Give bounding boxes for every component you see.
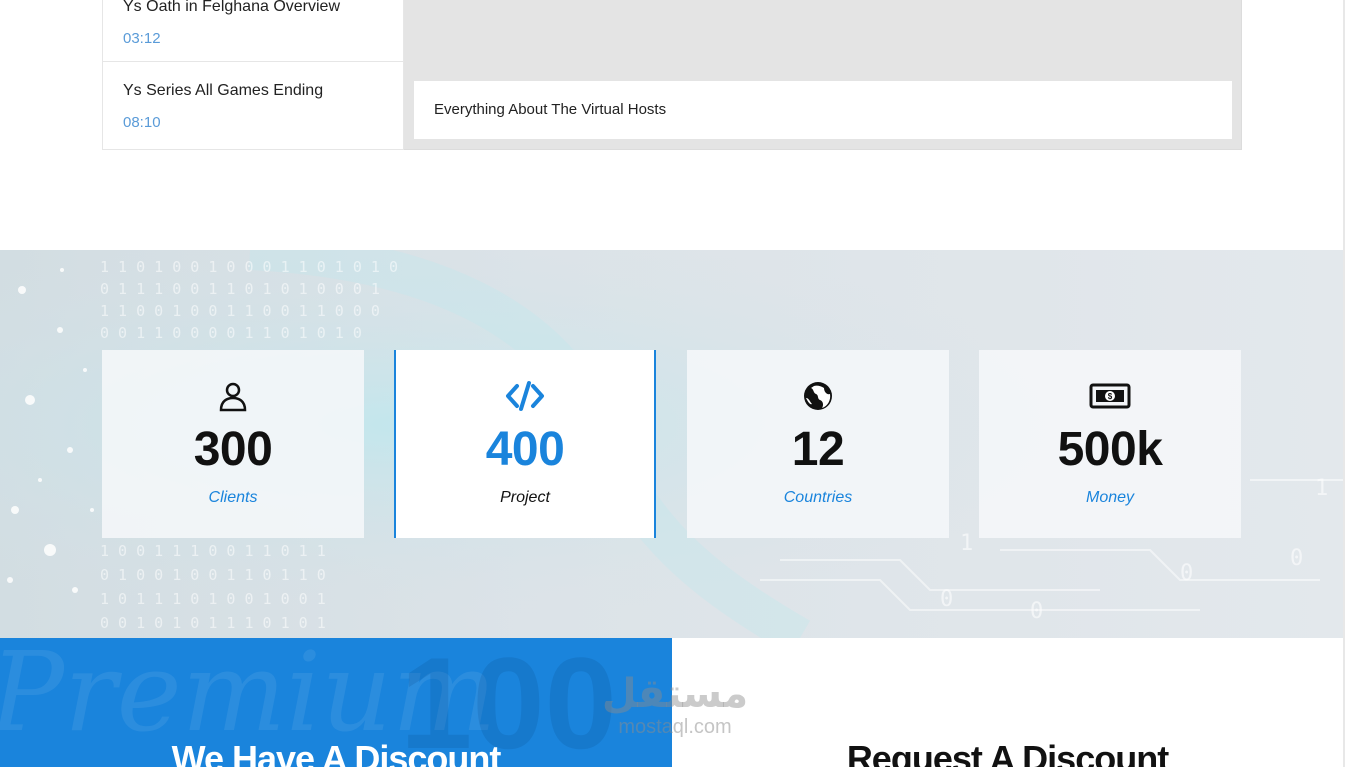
watermark-logo: مستقل mostaql.com [590, 672, 760, 738]
money-icon: $ [1089, 383, 1131, 409]
video-player[interactable]: Everything About The Virtual Hosts [404, 0, 1242, 150]
request-discount-title: Request A Discount [846, 738, 1169, 767]
video-caption: Everything About The Virtual Hosts [414, 81, 1232, 139]
discount-banner: Premium 100 We Have A Discount [0, 638, 672, 767]
svg-text:1 1 0 1 0 0 1 0 0 0 1 1 0 1 0: 1 1 0 1 0 0 1 0 0 0 1 1 0 1 0 1 0 [100, 258, 398, 276]
stat-value: 300 [193, 423, 273, 476]
svg-text:0: 0 [1180, 561, 1193, 586]
stat-label: Money [1085, 489, 1135, 506]
code-icon [506, 381, 544, 411]
svg-text:0: 0 [1030, 599, 1043, 624]
svg-text:0 1 1 1 0 0 1 1 0 1 0 1 0 0 0: 0 1 1 1 0 0 1 1 0 1 0 1 0 0 0 1 [100, 280, 380, 298]
svg-text:0: 0 [1290, 546, 1303, 571]
video-playlist: Ys Oath in Felghana Overview 03:12 Ys Se… [102, 0, 404, 150]
playlist-item[interactable]: Ys Oath in Felghana Overview 03:12 [103, 0, 403, 62]
stat-label: Clients [208, 489, 258, 506]
playlist-item[interactable]: Ys Series All Games Ending 08:10 [103, 62, 403, 149]
request-discount-panel: Request A Discount [672, 638, 1343, 767]
globe-icon [804, 382, 832, 410]
stat-label: Countries [783, 489, 853, 506]
user-icon [219, 382, 247, 412]
playlist-item-title: Ys Oath in Felghana Overview [123, 0, 340, 15]
svg-text:1 1 0 0 1 0 0 1 1 0 0 1 1 0 0: 1 1 0 0 1 0 0 1 1 0 0 1 1 0 0 0 [100, 302, 380, 320]
stat-value: 400 [485, 423, 565, 476]
svg-text:0 0 1 1 0 0 0 0 1 1 0 1 0 1 0: 0 0 1 1 0 0 0 0 1 1 0 1 0 1 0 [100, 324, 362, 342]
svg-text:0 0 1 0 1 0 1 1 1 0 1 0 1: 0 0 1 0 1 0 1 1 1 0 1 0 1 [100, 614, 326, 632]
svg-text:1: 1 [960, 531, 973, 556]
stat-value: 500k [1057, 423, 1163, 476]
svg-text:1 0 0 1 1 1 0 0 1 1 0 1 1: 1 0 0 1 1 1 0 0 1 1 0 1 1 [100, 542, 326, 560]
playlist-item-duration: 03:12 [123, 30, 161, 47]
stats-section: 1 1 0 1 0 0 1 0 0 0 1 1 0 1 0 1 0 0 1 1 … [0, 250, 1343, 638]
playlist-item-duration: 08:10 [123, 114, 161, 131]
playlist-item-title: Ys Series All Games Ending [123, 82, 324, 99]
stat-card-countries: 12 Countries [687, 350, 949, 538]
stat-value: 12 [791, 423, 845, 476]
watermark-latin: mostaql.com [618, 716, 732, 738]
stat-card-money: $ 500k Money [979, 350, 1241, 538]
svg-text:1: 1 [1315, 476, 1328, 501]
svg-text:0: 0 [940, 587, 953, 612]
svg-text:0 1 0 0 1 0 0 1 1 0 1 1 0: 0 1 0 0 1 0 0 1 1 0 1 1 0 [100, 566, 326, 584]
video-section: Ys Oath in Felghana Overview 03:12 Ys Se… [102, 0, 1242, 150]
svg-text:$: $ [1108, 392, 1113, 401]
stat-label: Project [500, 489, 550, 506]
watermark-arabic: مستقل [601, 671, 749, 717]
stat-card-project: 400 Project [394, 350, 656, 538]
stat-card-clients: 300 Clients [102, 350, 364, 538]
svg-text:1 0 1 1 1 0 1 0 0 1 0 0 1: 1 0 1 1 1 0 1 0 0 1 0 0 1 [100, 590, 326, 608]
discount-title: We Have A Discount [171, 738, 502, 767]
